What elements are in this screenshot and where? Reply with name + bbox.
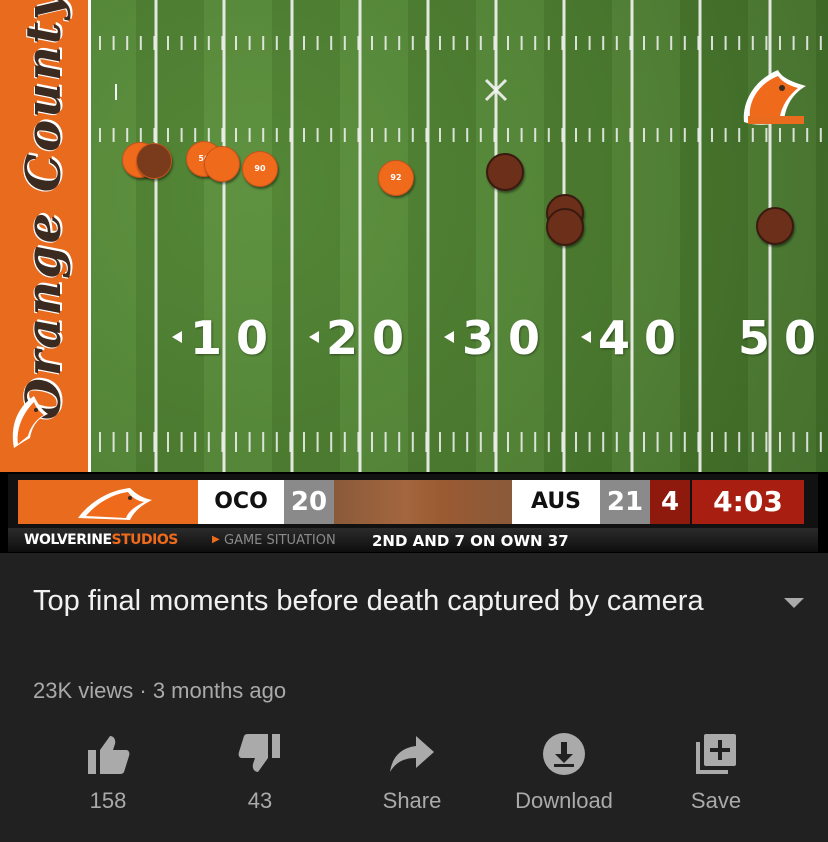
chevron-down-icon[interactable] [782,594,806,610]
thumbs-down-icon [238,734,280,772]
endzone-text: Orange County [16,0,72,420]
scoreboard: OCO 20 AUS 21 4 4:03 [8,474,818,528]
player-token [486,153,524,191]
scoreboard-divider [334,480,512,524]
player-token: 90 [242,151,278,187]
yard-number: 50 [738,311,828,365]
ticker-arrow-icon: ▶ [212,534,220,545]
yard-number: 30 [462,311,555,365]
yard-number: 40 [598,311,691,365]
away-score: 21 [600,480,650,524]
share-icon [390,736,434,772]
like-count: 158 [89,788,127,813]
player-token [136,143,172,179]
ticker-label: GAME SITUATION [224,533,336,548]
player-token [756,207,794,245]
yard-number: 10 [190,311,283,365]
download-icon [543,733,585,775]
video-meta: 23K views · 3 months ago [33,678,287,703]
video-title[interactable]: Top final moments before death captured … [33,580,733,623]
player-token: 92 [378,160,414,196]
player-token [204,146,240,182]
player-token [546,208,584,246]
quarter-indicator: 4 [650,480,690,524]
share-label: Share [382,788,442,813]
playlist-add-icon [696,734,736,774]
thumbs-up-icon [88,736,130,774]
brand-prefix: WOLVERINE [24,532,112,548]
football-field: Orange County 10 20 30 40 50 56 90 92 [0,0,828,472]
save-button[interactable]: Save [646,730,786,814]
home-score: 20 [284,480,334,524]
scoreboard-logo [18,480,198,524]
brand-suffix: STUDIOS [111,532,179,548]
mascot-icon [78,488,152,520]
download-button[interactable]: Download [494,730,634,814]
team-logo-icon [12,396,49,448]
share-button[interactable]: Share [342,730,482,814]
dislike-button[interactable]: 43 [190,730,330,814]
studio-brand: WOLVERINESTUDIOS [24,532,178,548]
download-label: Download [515,788,613,813]
away-team-label: AUS [512,480,600,524]
home-team-label: OCO [198,480,284,524]
dislike-count: 43 [247,788,273,813]
save-label: Save [690,788,742,813]
yard-number: 20 [326,311,419,365]
video-player[interactable]: Orange County 10 20 30 40 50 56 90 92 [0,0,828,553]
like-button[interactable]: 158 [38,730,178,814]
ticker-value: 2ND AND 7 ON OWN 37 [372,532,569,550]
end-zone: Orange County [0,0,91,472]
situation-ticker: WOLVERINESTUDIOS ▶ GAME SITUATION 2ND AN… [8,528,818,552]
team-logo-icon [743,70,806,125]
game-clock: 4:03 [692,480,804,524]
yard-lines [99,0,822,472]
